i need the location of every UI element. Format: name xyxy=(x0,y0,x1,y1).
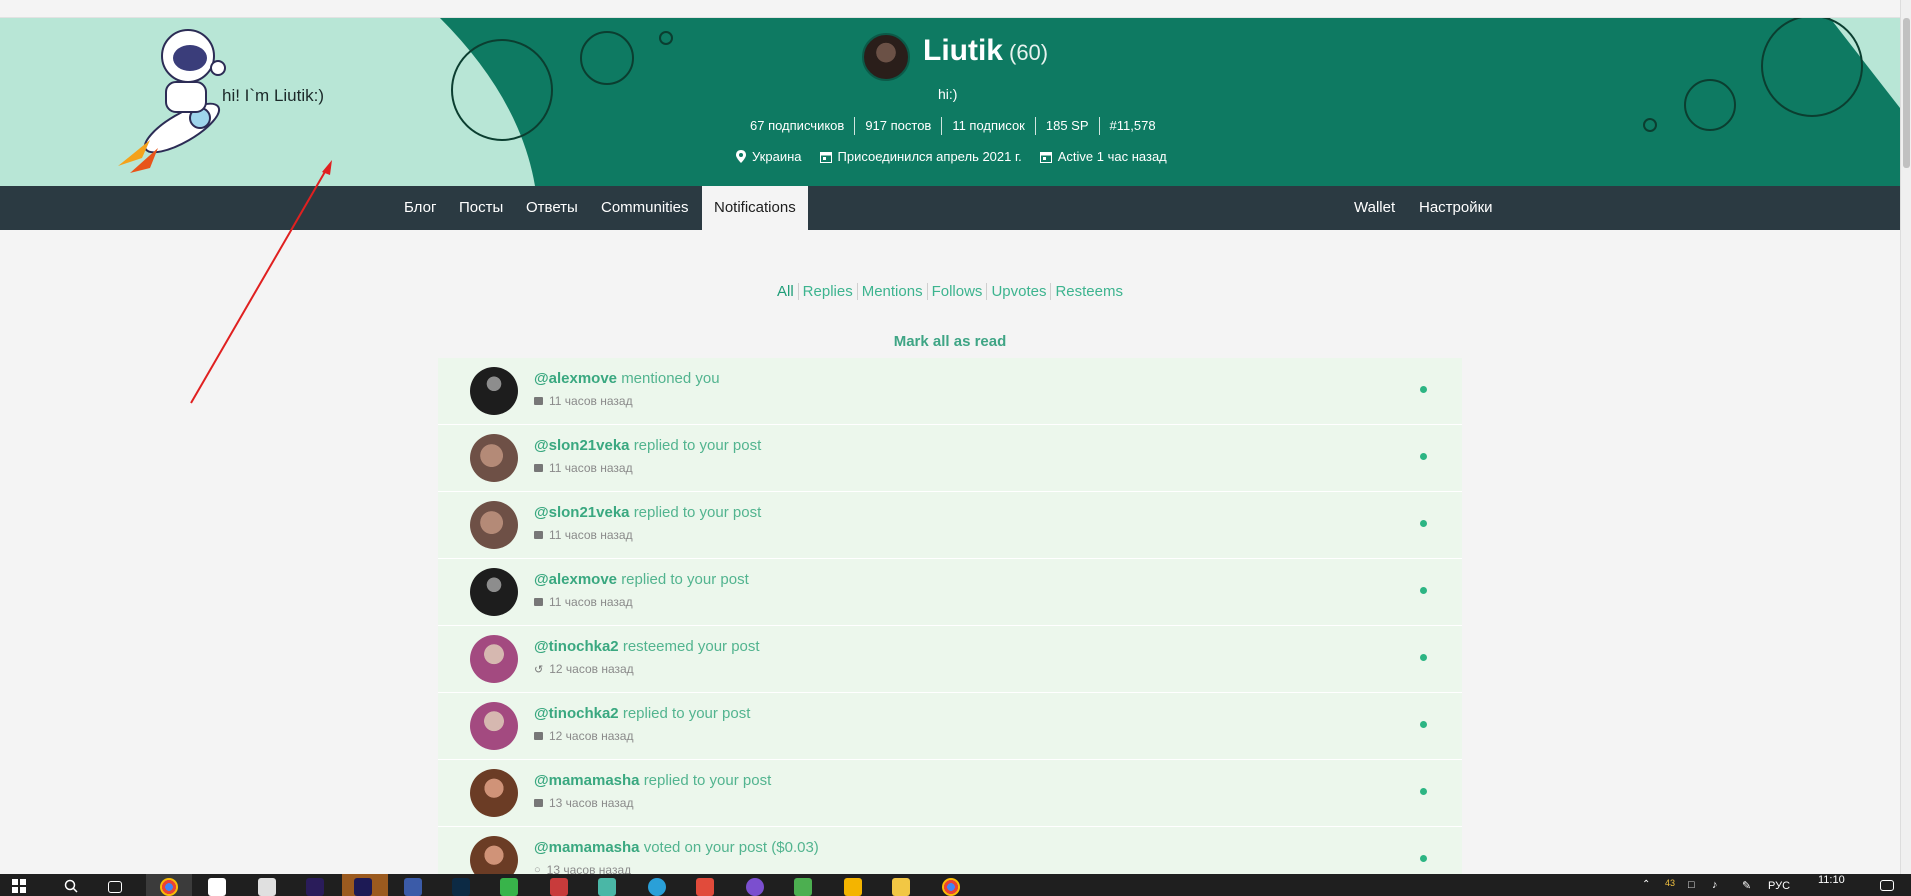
notifications-icon[interactable] xyxy=(1880,880,1894,891)
anydesk-icon[interactable] xyxy=(696,878,714,896)
language-indicator[interactable]: РУС xyxy=(1768,880,1790,892)
folder-icon[interactable] xyxy=(892,878,910,896)
viber-icon[interactable] xyxy=(746,878,764,896)
windows-taskbar: ⌃ 43 □ ♪ ✎ РУС 11:10 xyxy=(0,874,1911,896)
app-3-icon[interactable] xyxy=(598,878,616,896)
network-icon[interactable]: □ xyxy=(1688,879,1695,891)
search-icon[interactable] xyxy=(64,879,78,893)
chrome-icon[interactable] xyxy=(160,878,178,896)
utorrent-icon[interactable] xyxy=(794,878,812,896)
scrollbar-thumb[interactable] xyxy=(1903,18,1910,168)
acrobat-icon[interactable] xyxy=(550,878,568,896)
windows-start-icon[interactable] xyxy=(12,879,26,893)
premiere-icon[interactable] xyxy=(306,878,324,896)
page-scrollbar[interactable] xyxy=(1900,0,1911,874)
app-p-icon[interactable] xyxy=(404,878,422,896)
chevron-up-icon[interactable]: ⌃ xyxy=(1642,879,1650,890)
task-view-icon[interactable] xyxy=(108,881,122,893)
volume-icon[interactable]: ♪ xyxy=(1712,879,1718,891)
mail-icon[interactable] xyxy=(258,878,276,896)
after-effects-icon[interactable] xyxy=(354,878,372,896)
notepad-icon[interactable] xyxy=(500,878,518,896)
photoshop-icon[interactable] xyxy=(452,878,470,896)
drive-icon[interactable] xyxy=(844,878,862,896)
store-icon[interactable] xyxy=(208,878,226,896)
annotation-arrow xyxy=(190,160,332,404)
chrome-icon[interactable] xyxy=(942,878,960,896)
tray-badge: 43 xyxy=(1665,878,1676,888)
telegram-icon[interactable] xyxy=(648,878,666,896)
clock[interactable]: 11:10 xyxy=(1818,874,1845,886)
pen-icon[interactable]: ✎ xyxy=(1742,879,1751,892)
